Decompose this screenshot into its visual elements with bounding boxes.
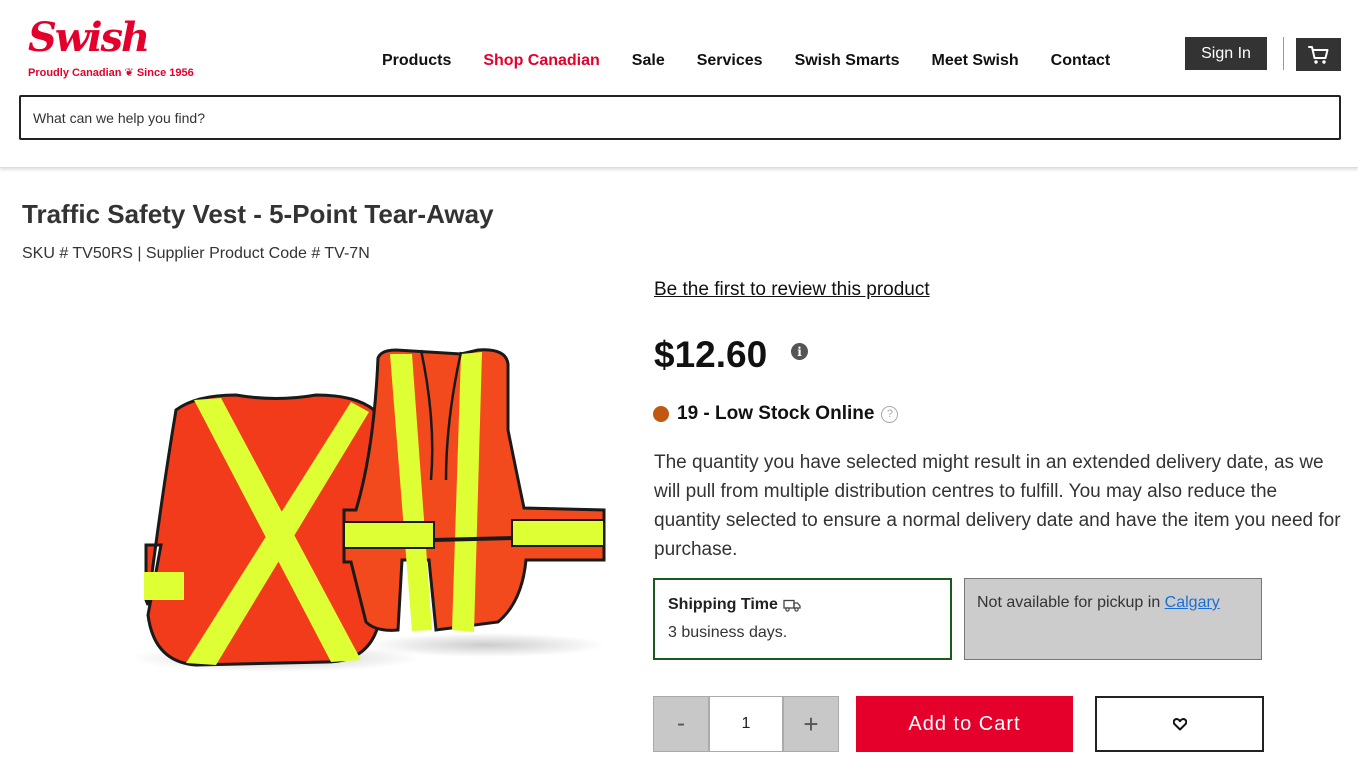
- quantity-increase-button[interactable]: +: [783, 696, 839, 752]
- pickup-location-link[interactable]: Calgary: [1165, 594, 1220, 611]
- main-nav: Products Shop Canadian Sale Services Swi…: [366, 52, 1126, 70]
- product-sku: SKU # TV50RS | Supplier Product Code # T…: [22, 245, 370, 262]
- shipping-days: 3 business days.: [668, 624, 788, 641]
- pickup-box: Not available for pickup in Calgary: [964, 578, 1262, 660]
- nav-item-products[interactable]: Products: [366, 52, 467, 70]
- quantity-decrease-button[interactable]: -: [653, 696, 709, 752]
- info-icon[interactable]: i: [791, 343, 808, 360]
- logo-tagline: Proudly Canadian ❦ Since 1956: [28, 67, 194, 79]
- logo-wordmark: Swish: [28, 14, 150, 61]
- delivery-notice: The quantity you have selected might res…: [654, 452, 1341, 560]
- quantity-input[interactable]: [709, 696, 783, 752]
- site-header: Swish Proudly Canadian ❦ Since 1956 Prod…: [0, 0, 1358, 168]
- add-to-cart-button[interactable]: Add to Cart: [856, 696, 1073, 752]
- shipping-title-row: Shipping Time: [668, 596, 950, 614]
- nav-item-sale[interactable]: Sale: [616, 52, 681, 70]
- search-bar: [19, 95, 1341, 140]
- stock-indicator-dot: [653, 406, 669, 422]
- cart-button[interactable]: [1296, 38, 1341, 71]
- nav-item-meet-swish[interactable]: Meet Swish: [916, 52, 1035, 70]
- pickup-text: Not available for pickup in: [977, 594, 1165, 611]
- product-title: Traffic Safety Vest - 5-Point Tear-Away: [22, 199, 494, 229]
- nav-item-contact[interactable]: Contact: [1035, 52, 1127, 70]
- truck-icon: [783, 599, 801, 612]
- header-divider: [1283, 37, 1284, 70]
- stock-status: 19 - Low Stock Online ?: [653, 403, 899, 425]
- search-input[interactable]: [21, 97, 1339, 138]
- sign-in-button[interactable]: Sign In: [1185, 37, 1267, 70]
- nav-item-swish-smarts[interactable]: Swish Smarts: [779, 52, 916, 70]
- wishlist-button[interactable]: [1095, 696, 1264, 752]
- product-image[interactable]: [126, 340, 610, 680]
- review-link[interactable]: Be the first to review this product: [654, 279, 930, 301]
- help-icon[interactable]: ?: [881, 405, 899, 423]
- nav-item-shop-canadian[interactable]: Shop Canadian: [467, 52, 615, 70]
- swish-logo[interactable]: Swish Proudly Canadian ❦ Since 1956: [28, 14, 198, 80]
- shipping-time-box[interactable]: Shipping Time 3 business days.: [653, 578, 952, 660]
- product-price: $12.60: [654, 334, 768, 375]
- heart-icon: [1172, 717, 1187, 730]
- shipping-title: Shipping Time: [668, 596, 778, 613]
- cart-icon: [1307, 45, 1328, 64]
- stock-text: 19 - Low Stock Online: [677, 403, 875, 424]
- nav-item-services[interactable]: Services: [681, 52, 779, 70]
